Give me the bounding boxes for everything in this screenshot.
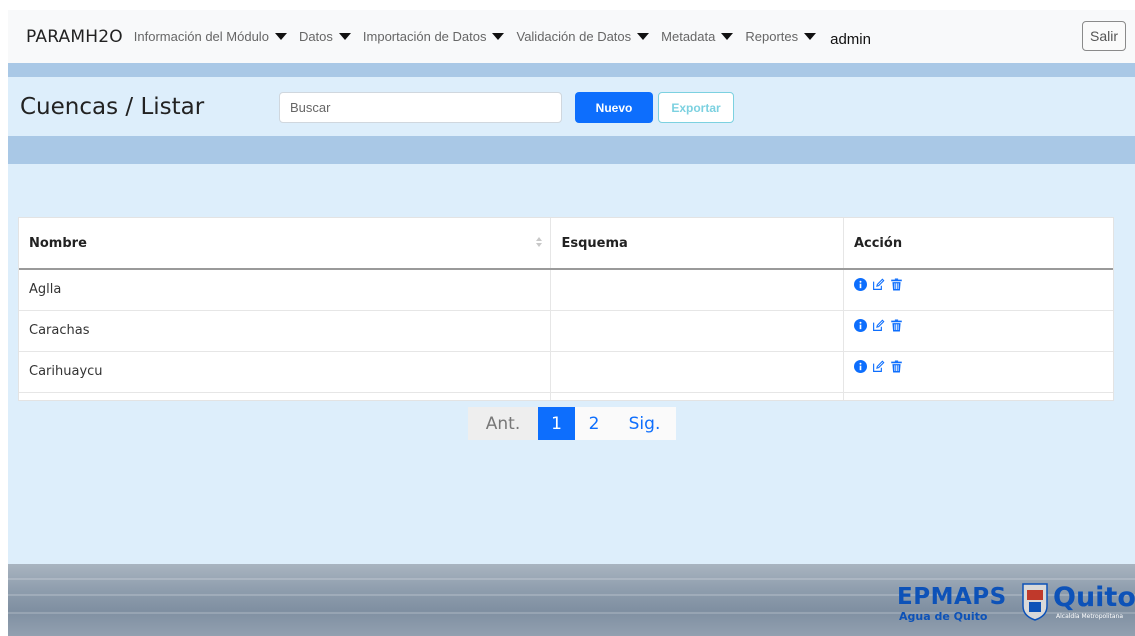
- data-table-container: Nombre Esquema Acción Aglla Carachas Car…: [18, 217, 1114, 401]
- pagination: Ant. 1 2 Sig.: [468, 407, 676, 440]
- caret-down-icon: [804, 33, 817, 40]
- edit-icon[interactable]: [872, 278, 885, 291]
- search-input[interactable]: [279, 92, 562, 123]
- cell-accion: [843, 269, 1113, 311]
- logo-alcaldia: Alcaldía Metropolitana: [1056, 613, 1124, 620]
- trash-icon[interactable]: [890, 360, 903, 373]
- menu-informacion-modulo[interactable]: Información del Módulo: [134, 29, 287, 44]
- cell-nombre: Aglla: [19, 269, 552, 311]
- table-header-row: Nombre Esquema Acción: [19, 218, 1113, 270]
- row-actions: [853, 319, 1103, 332]
- edit-icon[interactable]: [872, 319, 885, 332]
- table-row: Carihuaycu: [19, 351, 1113, 393]
- data-table: Nombre Esquema Acción Aglla Carachas Car…: [19, 218, 1113, 400]
- toolbar-band: [8, 136, 1135, 164]
- export-button[interactable]: Exportar: [658, 92, 734, 123]
- menu-metadata[interactable]: Metadata: [661, 29, 734, 44]
- menu-importacion-datos[interactable]: Importación de Datos: [363, 29, 505, 44]
- menu-label: Reportes: [745, 29, 799, 44]
- menu-datos[interactable]: Datos: [299, 29, 351, 44]
- cell-accion: [843, 310, 1113, 352]
- menu-label: Validación de Datos: [516, 29, 632, 44]
- table-row: [19, 392, 1113, 400]
- cell-accion: [843, 392, 1113, 400]
- cell-nombre: [19, 392, 552, 400]
- user-name: admin: [830, 31, 871, 48]
- menu-reportes[interactable]: Reportes: [745, 29, 817, 44]
- logo-epmaps: EPMAPS: [897, 584, 1007, 610]
- page-title: Cuencas / Listar: [20, 94, 205, 120]
- pagination-page-1[interactable]: 1: [538, 407, 575, 440]
- pagination-page-2[interactable]: 2: [575, 407, 613, 440]
- row-actions: [853, 360, 1103, 373]
- trash-icon[interactable]: [890, 278, 903, 291]
- caret-down-icon: [637, 33, 650, 40]
- info-circle-icon[interactable]: [853, 278, 867, 292]
- column-label: Nombre: [29, 235, 87, 251]
- new-button[interactable]: Nuevo: [575, 92, 653, 123]
- pagination-next-button[interactable]: Sig.: [613, 407, 676, 440]
- info-circle-icon[interactable]: [853, 319, 867, 332]
- footer: EPMAPS Agua de Quito Quito Alcaldía Metr…: [8, 564, 1135, 636]
- menu-validacion-datos[interactable]: Validación de Datos: [516, 29, 650, 44]
- top-navbar: PARAMH2O Información del Módulo Datos Im…: [8, 10, 1135, 63]
- menu-label: Información del Módulo: [133, 29, 269, 44]
- cell-accion: [843, 351, 1113, 393]
- column-label: Acción: [853, 235, 903, 251]
- menu-label: Metadata: [661, 29, 716, 44]
- row-actions: [853, 278, 1103, 292]
- logout-button[interactable]: Salir: [1082, 21, 1126, 51]
- epmaps-quito-logo: EPMAPS Agua de Quito Quito Alcaldía Metr…: [889, 580, 1135, 626]
- page: PARAMH2O Información del Módulo Datos Im…: [8, 10, 1135, 636]
- caret-down-icon: [338, 33, 351, 40]
- menu-label: Importación de Datos: [362, 29, 487, 44]
- table-row: Carachas: [19, 310, 1113, 352]
- quito-shield-icon: [1022, 583, 1048, 621]
- column-header-accion: Acción: [843, 218, 1113, 270]
- cell-esquema: [550, 392, 844, 400]
- logo-agua-de-quito: Agua de Quito: [899, 610, 988, 623]
- trash-icon[interactable]: [890, 319, 903, 332]
- info-circle-icon[interactable]: [853, 360, 867, 373]
- sort-icon: [536, 237, 543, 249]
- caret-down-icon: [492, 33, 505, 40]
- cell-esquema: [550, 310, 844, 352]
- pagination-prev-button[interactable]: Ant.: [468, 407, 538, 440]
- cell-esquema: [550, 269, 844, 311]
- edit-icon[interactable]: [872, 360, 885, 373]
- caret-down-icon: [274, 33, 287, 40]
- column-header-esquema: Esquema: [550, 218, 844, 270]
- menu-label: Datos: [298, 29, 333, 44]
- column-header-nombre[interactable]: Nombre: [19, 218, 552, 270]
- table-row: Aglla: [19, 269, 1113, 311]
- cell-esquema: [550, 351, 844, 393]
- brand[interactable]: PARAMH2O: [26, 27, 123, 47]
- cell-nombre: Carachas: [19, 310, 552, 352]
- header-band: [8, 63, 1135, 77]
- cell-nombre: Carihuaycu: [19, 351, 552, 393]
- column-label: Esquema: [561, 235, 628, 251]
- caret-down-icon: [721, 33, 734, 40]
- logo-quito: Quito: [1053, 582, 1135, 613]
